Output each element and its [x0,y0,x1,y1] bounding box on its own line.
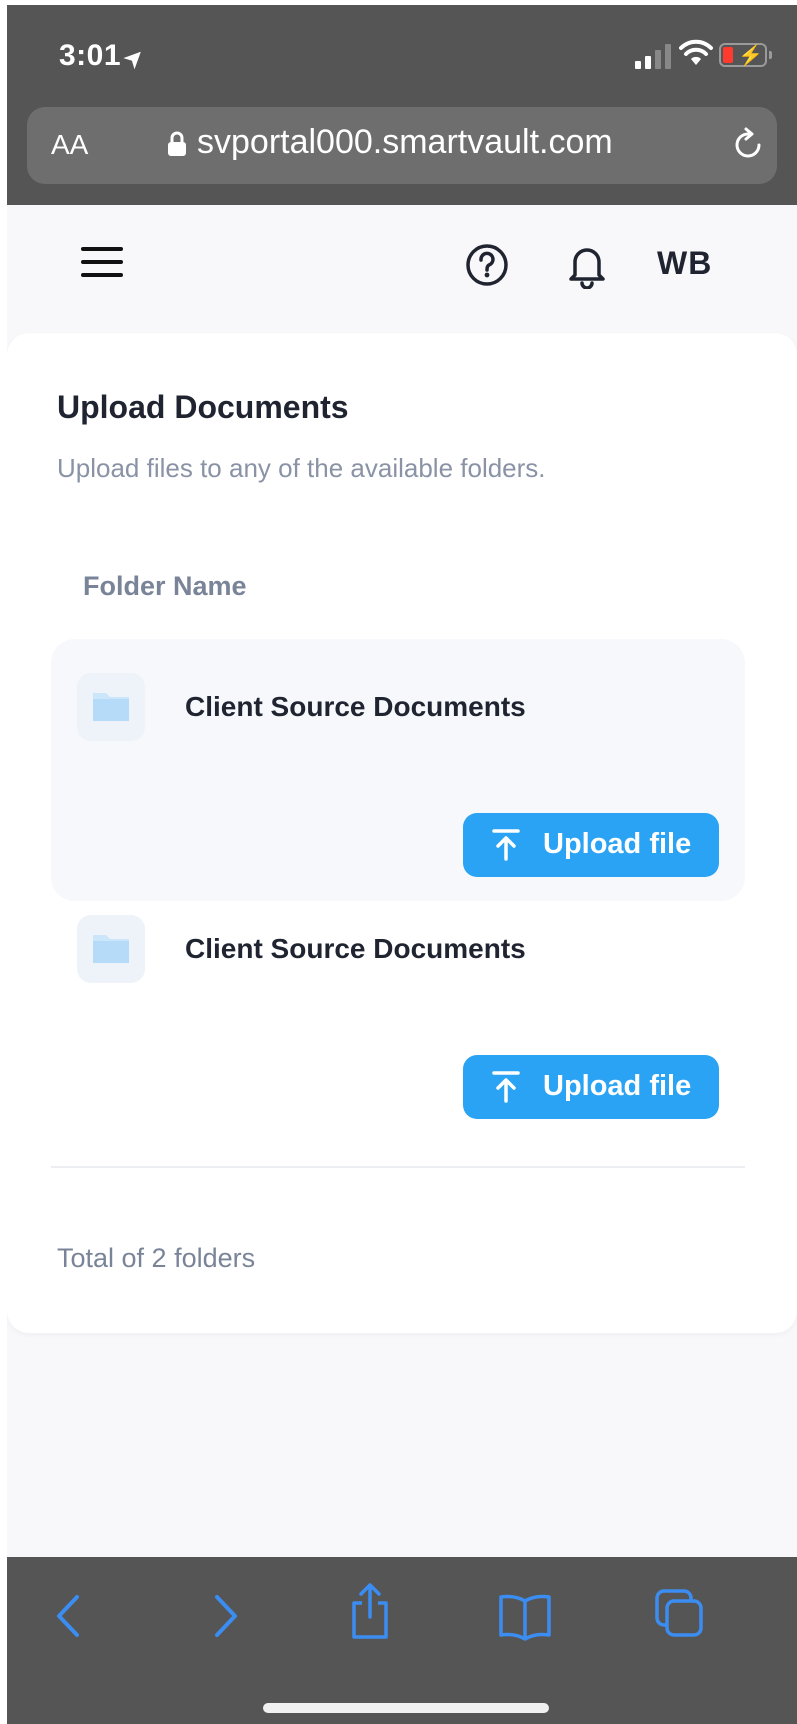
folder-name[interactable]: Client Source Documents [185,933,526,965]
help-icon[interactable] [465,243,509,287]
user-avatar[interactable]: WB [657,245,712,282]
upload-file-button[interactable]: Upload file [463,1055,719,1119]
text-size-button[interactable]: AA [51,129,88,161]
page-subtitle: Upload files to any of the available fol… [57,453,546,483]
location-arrow-icon: ➤ [118,42,150,74]
upload-file-label: Upload file [543,1070,692,1102]
bookmarks-icon[interactable] [497,1591,553,1641]
upload-card: Upload Documents Upload files to any of … [7,333,797,1333]
upload-file-button[interactable]: Upload file [463,813,719,877]
back-icon[interactable] [47,1591,87,1641]
folder-icon [77,673,145,741]
signal-icon [635,43,673,69]
battery-icon: ⚡ [719,43,772,67]
bell-icon[interactable] [567,241,607,289]
folder-count: Total of 2 folders [57,1243,256,1273]
folder-name[interactable]: Client Source Documents [185,691,526,723]
status-time: 3:01➤ [59,39,150,73]
time-text: 3:01 [59,39,122,72]
screen: 3:01➤ ⚡ AA svportal000.smartvault.com WB… [7,5,797,1724]
app-header: WB [7,205,797,333]
home-indicator [263,1703,549,1713]
address-bar[interactable]: AA svportal000.smartvault.com [27,107,777,184]
upload-file-label: Upload file [543,828,692,860]
hamburger-menu-icon[interactable] [81,247,123,277]
safari-top-bar: 3:01➤ ⚡ AA svportal000.smartvault.com [7,5,797,205]
tabs-icon[interactable] [653,1587,705,1639]
page-title: Upload Documents [57,389,349,425]
lock-icon [168,131,186,156]
upload-icon [492,829,520,861]
reload-icon[interactable] [733,127,765,163]
divider [51,1166,745,1168]
safari-toolbar [7,1557,797,1724]
url-text[interactable]: svportal000.smartvault.com [197,123,613,162]
share-icon[interactable] [347,1581,393,1641]
folder-row[interactable]: Client Source Documents Upload file [51,881,745,1143]
folder-row[interactable]: Client Source Documents Upload file [51,639,745,901]
wifi-icon [679,39,713,65]
forward-icon[interactable] [207,1591,247,1641]
folder-icon [77,915,145,983]
folder-name-column-header: Folder Name [83,571,247,601]
upload-icon [492,1071,520,1103]
